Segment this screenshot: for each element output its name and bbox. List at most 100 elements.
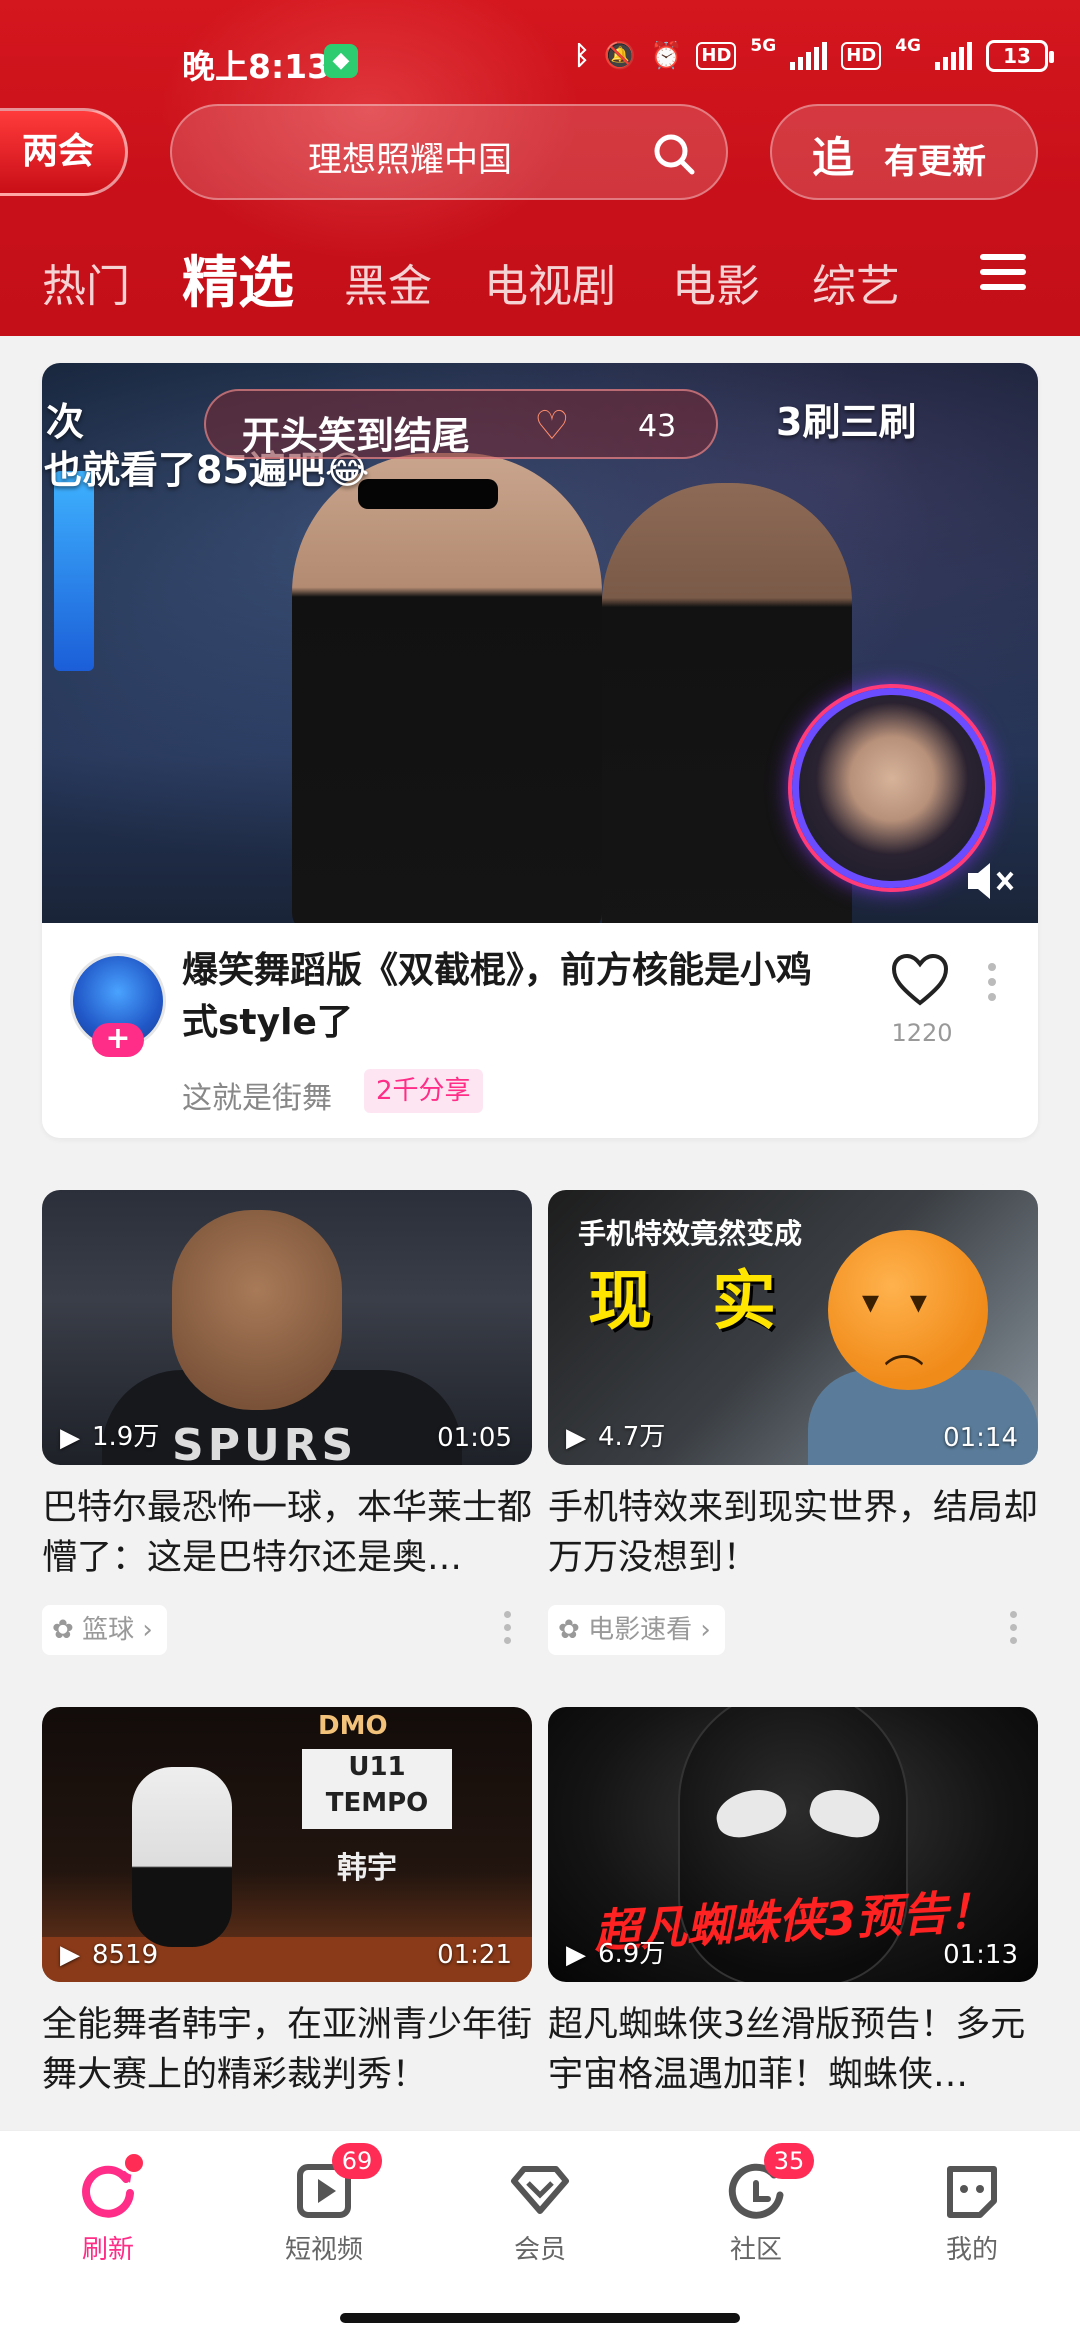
signal-icon (790, 42, 828, 70)
nav-short-video[interactable]: 69 短视频 (244, 2143, 404, 2266)
tab-movies[interactable]: 电影 (672, 250, 760, 314)
play-icon: ▶ (60, 1423, 80, 1453)
channel-tabs: 热门 精选 黑金 电视剧 电影 综艺 (0, 230, 1080, 320)
status-bar: 晚上8:13 ◆ ᛒ 🔕 ⏰ HD 5G HD 4G 13 (0, 0, 1080, 100)
featured-info: + 爆笑舞蹈版《双截棍》，前方核能是小鸡式style了 这就是街舞 2千分享 1… (42, 923, 1038, 1138)
follow-label: 有更新 (884, 142, 986, 182)
lianghui-badge[interactable]: 两会 (0, 108, 128, 196)
bluetooth-icon: ᛒ (574, 41, 590, 71)
nav-community[interactable]: 35 社区 (676, 2143, 836, 2266)
thumb-brand: DMO (318, 1711, 388, 1741)
alarm-icon: ⏰ (650, 41, 683, 71)
tab-tv-series[interactable]: 电视剧 (484, 250, 616, 314)
view-count: 8519 (92, 1940, 159, 1970)
mute-icon[interactable] (962, 853, 1018, 909)
home-indicator[interactable] (340, 2313, 740, 2323)
hd-icon: HD (696, 42, 737, 70)
card-footer: ✿ 篮球 › (42, 1599, 532, 1659)
card-title[interactable]: 巴特尔最恐怖一球，本华莱士都懵了：这是巴特尔还是奥… (42, 1483, 532, 1583)
video-card[interactable]: 手机特效竟然变成 现实 ▶ 4.7万 01:14 手机特效来到现实世界，结局却万… (548, 1190, 1038, 1659)
video-card[interactable]: 超凡蜘蛛侠3预告！ ▶ 6.9万 01:13 超凡蜘蛛侠3丝滑版预告！多元宇宙格… (548, 1707, 1038, 2100)
search-placeholder: 理想照耀中国 (308, 140, 512, 180)
tab-black-gold[interactable]: 黑金 (344, 250, 432, 314)
badge-count: 35 (764, 2143, 814, 2179)
signal-icon-2 (935, 42, 972, 70)
nav-label: 短视频 (284, 2235, 363, 2265)
refresh-icon (76, 2151, 146, 2223)
featured-card[interactable]: 次 也就看了85遍吧😂 3刷三刷 开头笑到结尾 ♡ 43 + 爆笑舞蹈版《双截棍… (42, 363, 1038, 1138)
angry-emoji-icon (828, 1230, 988, 1390)
nav-profile[interactable]: 我的 (892, 2159, 1052, 2266)
duration: 01:13 (943, 1940, 1018, 1970)
follow-updates-button[interactable]: 追 有更新 (770, 104, 1038, 200)
video-side-banner (54, 471, 94, 671)
tab-hot[interactable]: 热门 (42, 250, 130, 314)
tab-featured[interactable]: 精选 (182, 238, 294, 319)
video-thumbnail[interactable]: SPURS ▶ 1.9万 01:05 (42, 1190, 532, 1465)
badge-count: 69 (332, 2143, 382, 2179)
thumb-dancer (132, 1767, 232, 1947)
pill-count: 43 (638, 409, 677, 444)
share-count-tag: 2千分享 (364, 1069, 483, 1113)
notification-dot (122, 2151, 146, 2175)
thumb-line-1: 手机特效竟然变成 (578, 1217, 803, 1250)
card-title[interactable]: 全能舞者韩宇，在亚洲青少年街舞大赛上的精彩裁判秀！ (42, 2000, 532, 2100)
thumb-text: SPURS (172, 1420, 358, 1465)
search-bar[interactable]: 理想照耀中国 (170, 104, 728, 200)
video-thumbnail[interactable]: DMO U11 TEMPO 韩宇 ▶ 8519 01:21 (42, 1707, 532, 1982)
category-tag[interactable]: ✿ 篮球 › (42, 1605, 167, 1655)
duration: 01:21 (437, 1940, 512, 1970)
like-heart-icon[interactable] (890, 953, 950, 1007)
vip-diamond-icon (508, 2159, 572, 2223)
bottom-nav: 刷新 69 短视频 会员 35 社区 我的 (0, 2130, 1080, 2340)
thumb-face (172, 1210, 342, 1410)
card-title[interactable]: 超凡蜘蛛侠3丝滑版预告！多元宇宙格温遇加菲！蜘蛛侠… (548, 2000, 1038, 2100)
thumb-line-2: 现实 (588, 1265, 836, 1339)
profile-icon (940, 2159, 1004, 2223)
status-time: 晚上8:13 (182, 47, 331, 86)
thumb-board: U11 TEMPO (302, 1749, 452, 1829)
mute-bell-icon: 🔕 (603, 41, 636, 71)
more-options-icon[interactable] (1010, 1611, 1018, 1650)
video-dancer-left (292, 453, 602, 923)
video-card[interactable]: SPURS ▶ 1.9万 01:05 巴特尔最恐怖一球，本华莱士都懵了：这是巴特… (42, 1190, 532, 1659)
view-count: 4.7万 (598, 1422, 666, 1452)
network-type-4g: 4G (895, 36, 921, 56)
featured-source[interactable]: 这就是街舞 (182, 1073, 332, 1117)
nav-label: 社区 (729, 2235, 782, 2265)
thumb-name: 韩宇 (337, 1851, 397, 1886)
status-icons: ᛒ 🔕 ⏰ HD 5G HD 4G 13 (574, 36, 1054, 72)
play-icon: ▶ (566, 1940, 586, 1970)
category-tag[interactable]: ✿ 电影速看 › (548, 1605, 725, 1655)
featured-video[interactable]: 次 也就看了85遍吧😂 3刷三刷 开头笑到结尾 ♡ 43 (42, 363, 1038, 923)
play-icon: ▶ (566, 1423, 586, 1453)
follow-icon: 追 (812, 133, 855, 182)
danmaku-pill: 开头笑到结尾 ♡ 43 (204, 389, 718, 459)
more-options-icon[interactable] (988, 963, 998, 1008)
nav-label: 刷新 (81, 2235, 134, 2265)
follow-plus-button[interactable]: + (92, 1023, 144, 1057)
play-icon: ▶ (60, 1940, 80, 1970)
video-caption-left: 次 (46, 400, 85, 444)
more-options-icon[interactable] (504, 1611, 512, 1650)
video-thumbnail[interactable]: 超凡蜘蛛侠3预告！ ▶ 6.9万 01:13 (548, 1707, 1038, 1982)
battery-icon: 13 (986, 40, 1054, 72)
short-video-icon: 69 (292, 2143, 382, 2223)
view-count: 1.9万 (92, 1422, 160, 1452)
nav-label: 会员 (513, 2235, 566, 2265)
tab-variety[interactable]: 综艺 (812, 250, 900, 314)
pill-heart-icon: ♡ (534, 403, 570, 449)
pill-text: 开头笑到结尾 (242, 414, 471, 458)
search-icon[interactable] (650, 130, 698, 178)
view-count: 6.9万 (598, 1939, 666, 1969)
nav-vip[interactable]: 会员 (460, 2159, 620, 2266)
featured-title[interactable]: 爆笑舞蹈版《双截棍》，前方核能是小鸡式style了 (182, 945, 842, 1049)
shield-icon: ◆ (324, 44, 358, 78)
nav-refresh[interactable]: 刷新 (28, 2151, 188, 2266)
menu-icon[interactable] (980, 254, 1026, 294)
video-thumbnail[interactable]: 手机特效竟然变成 现实 ▶ 4.7万 01:14 (548, 1190, 1038, 1465)
hd-icon-2: HD (841, 42, 882, 70)
card-title[interactable]: 手机特效来到现实世界，结局却万万没想到！ (548, 1483, 1038, 1583)
card-footer: ✿ 电影速看 › (548, 1599, 1038, 1659)
video-card[interactable]: DMO U11 TEMPO 韩宇 ▶ 8519 01:21 全能舞者韩宇，在亚洲… (42, 1707, 532, 2100)
